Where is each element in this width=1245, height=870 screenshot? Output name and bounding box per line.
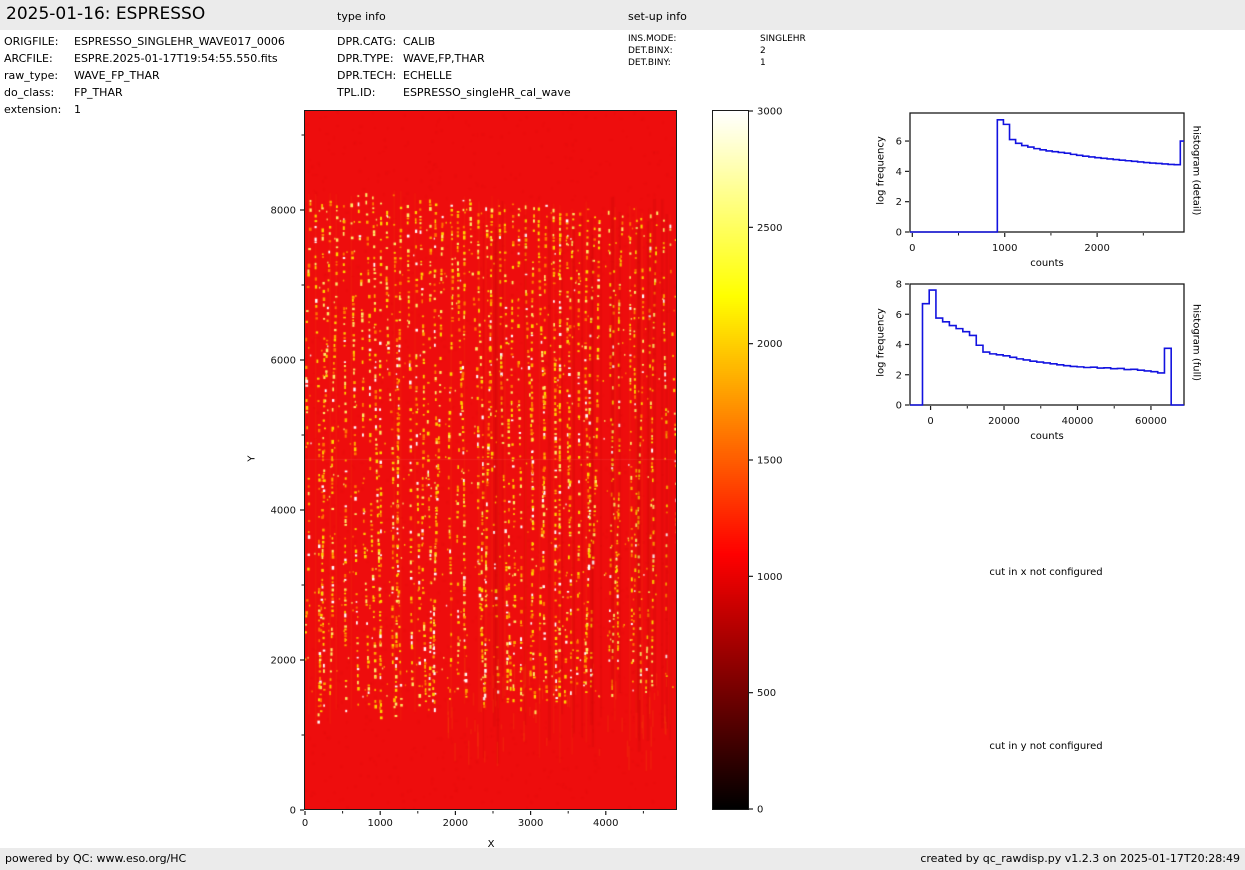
raw-frame-plot [304,110,677,810]
colorbar-tick-label: 3000 [757,107,782,118]
y-tick-label: 4000 [271,506,296,517]
hist-axes-box [909,283,1185,406]
det-biny-label: DET.BINY: [628,58,671,68]
rawtype-value: WAVE_FP_THAR [74,69,160,82]
colorbar [712,110,749,810]
cut-x-message: cut in x not configured [989,567,1103,578]
setup-info-row: INS.MODE: SINGLEHR [628,34,806,44]
type-info-row: DPR.TYPE: WAVE,FP,THAR [337,52,485,65]
colorbar-tick-label: 2000 [757,339,782,350]
det-binx-value: 2 [760,46,766,56]
setup-info-heading: set-up info [628,10,687,23]
colorbar-tick-label: 0 [757,805,763,816]
colorbar-tick-label: 1500 [757,456,782,467]
x-tick-label: 0 [302,818,308,829]
hist-y-tick-label: 8 [896,280,902,291]
x-tick-label: 1000 [367,818,392,829]
cut-y-message: cut in y not configured [989,741,1103,752]
hist-y-tick-label: 4 [896,167,902,178]
file-info-row: extension: 1 [4,103,81,116]
det-biny-value: 1 [760,58,766,68]
colorbar-tick-label: 2500 [757,223,782,234]
hist-detail-side-label: histogram (detail) [1190,125,1202,216]
raw-frame-heatmap [305,111,676,809]
colorbar-gradient [713,111,748,809]
hist-detail-yaxis-label: log frequency [875,136,887,205]
dpr-catg-label: DPR.CATG: [337,35,397,48]
dpr-catg-value: CALIB [403,35,436,48]
hist-y-tick-label: 0 [896,401,902,412]
hist-y-tick-label: 6 [896,310,902,321]
page-title: 2025-01-16: ESPRESSO [6,4,206,24]
rawtype-label: raw_type: [4,69,59,82]
hist-y-tick-label: 6 [896,137,902,148]
dpr-type-value: WAVE,FP,THAR [403,52,485,65]
hist-x-tick-label: 1000 [992,243,1017,254]
y-tick-label: 2000 [271,656,296,667]
hist-y-tick-label: 2 [896,370,902,381]
hist-full-side-label: histogram (full) [1190,303,1202,382]
hist-x-tick-label: 0 [909,243,915,254]
tpl-id-value: ESPRESSO_singleHR_cal_wave [403,86,571,99]
dpr-tech-value: ECHELLE [403,69,453,82]
file-info-row: ARCFILE: ESPRE.2025-01-17T19:54:55.550.fi… [4,52,278,65]
arcfile-value: ESPRE.2025-01-17T19:54:55.550.fits [74,52,278,65]
hist-x-tick-label: 60000 [1135,416,1167,427]
hist-x-tick-label: 40000 [1062,416,1094,427]
hist-step-line [910,289,1184,406]
ins-mode-label: INS.MODE: [628,34,677,44]
type-info-row: TPL.ID: ESPRESSO_singleHR_cal_wave [337,86,571,99]
hist-step-line [910,119,1184,233]
y-tick-label: 8000 [271,206,296,217]
y-tick-label: 6000 [271,356,296,367]
setup-info-row: DET.BINX: 2 [628,46,766,56]
type-info-row: DPR.CATG: CALIB [337,35,435,48]
hist-full-yaxis-label: log frequency [875,308,887,377]
x-tick-label: 3000 [518,818,543,829]
hist-detail-xaxis-label: counts [1030,258,1064,269]
hist-x-tick-label: 0 [927,416,933,427]
det-binx-label: DET.BINX: [628,46,673,56]
dpr-tech-label: DPR.TECH: [337,69,397,82]
setup-info-row: DET.BINY: 1 [628,58,766,68]
footer-powered-by: powered by QC: www.eso.org/HC [5,852,187,865]
file-info-row: ORIGFILE: ESPRESSO_SINGLEHR_WAVE017_0006 [4,35,285,48]
x-tick-label: 4000 [593,818,618,829]
footer-bar: powered by QC: www.eso.org/HC created by… [0,848,1245,870]
hist-full-xaxis-label: counts [1030,431,1064,442]
ins-mode-value: SINGLEHR [760,34,806,44]
hist-y-tick-label: 2 [896,197,902,208]
hist-x-tick-label: 20000 [988,416,1020,427]
extension-value: 1 [74,103,81,116]
colorbar-tick-label: 500 [757,688,776,699]
dpr-type-label: DPR.TYPE: [337,52,394,65]
type-info-row: DPR.TECH: ECHELLE [337,69,452,82]
origfile-label: ORIGFILE: [4,35,59,48]
file-info-row: do_class: FP_THAR [4,86,123,99]
main-yaxis-label: Y [246,455,258,462]
doclass-value: FP_THAR [74,86,123,99]
hist-x-tick-label: 2000 [1084,243,1109,254]
y-tick-label: 0 [290,806,296,817]
arcfile-label: ARCFILE: [4,52,53,65]
doclass-label: do_class: [4,86,55,99]
x-tick-label: 2000 [443,818,468,829]
hist-y-tick-label: 0 [896,228,902,239]
hist-axes-box [909,112,1185,233]
header-bar: 2025-01-16: ESPRESSO type info set-up in… [0,0,1245,30]
file-info-row: raw_type: WAVE_FP_THAR [4,69,160,82]
colorbar-tick-label: 1000 [757,572,782,583]
type-info-heading: type info [337,10,386,23]
extension-label: extension: [4,103,62,116]
hist-y-tick-label: 4 [896,340,902,351]
origfile-value: ESPRESSO_SINGLEHR_WAVE017_0006 [74,35,285,48]
tpl-id-label: TPL.ID: [337,86,376,99]
footer-created-by: created by qc_rawdisp.py v1.2.3 on 2025-… [920,852,1240,865]
